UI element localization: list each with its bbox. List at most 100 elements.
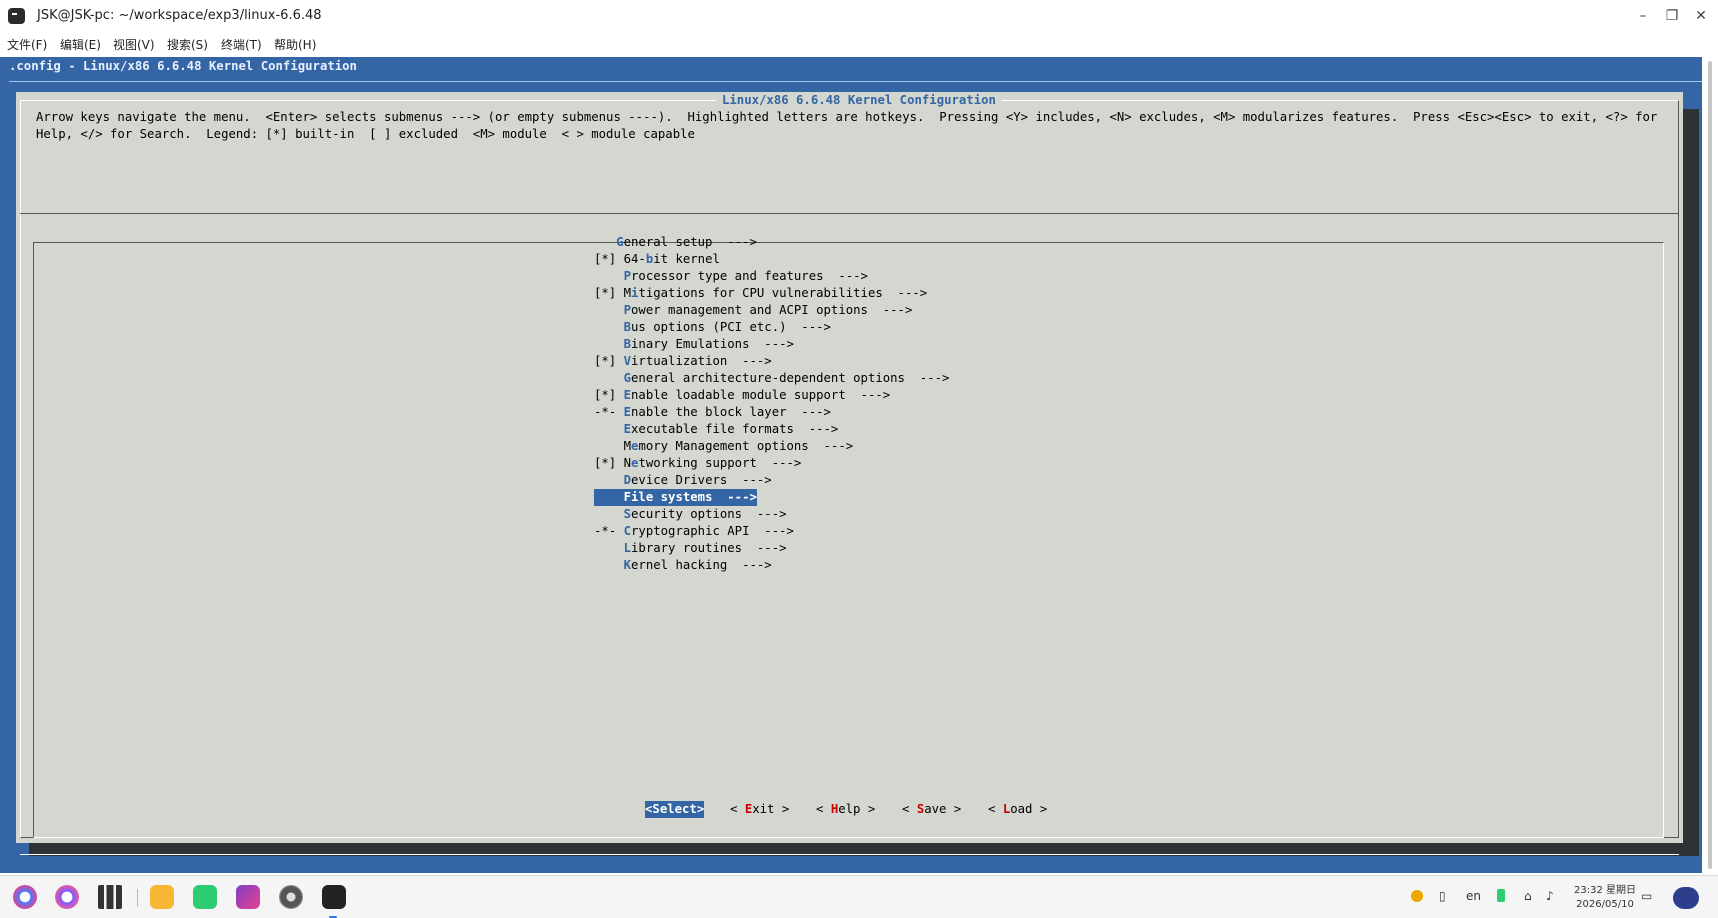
close-button[interactable]: ✕ (1690, 6, 1712, 26)
notification-center-icon[interactable]: ▭ (1641, 889, 1652, 903)
menu-entry[interactable]: [*] Networking support ---> (594, 455, 801, 472)
entry-label-end: nable loadable module support ---> (631, 388, 891, 402)
menu-help[interactable]: 帮助(H) (274, 36, 316, 53)
entry-label-end: tigations for CPU vulnerabilities ---> (638, 286, 928, 300)
clock-time: 23:32 星期日 (1574, 885, 1636, 896)
entry-state (594, 490, 624, 504)
menu-entry[interactable]: [*] Mitigations for CPU vulnerabilities … (594, 285, 927, 302)
clipboard-icon[interactable]: ▯ (1439, 889, 1446, 903)
menu-edit[interactable]: 编辑(E) (60, 36, 101, 53)
menu-entry[interactable]: Security options ---> (594, 506, 787, 523)
dialog-button[interactable]: < Help > (816, 801, 875, 818)
menu-entry[interactable]: General setup ---> (594, 234, 757, 251)
scrollbar-thumb[interactable] (1708, 61, 1712, 869)
entry-hotkey: K (623, 558, 632, 572)
minimize-button[interactable]: – (1632, 6, 1654, 26)
entry-state: [*] (594, 388, 624, 402)
clock[interactable]: 23:32 星期日 2026/05/10 (1574, 884, 1636, 912)
menu-entry[interactable]: -*- Enable the block layer ---> (594, 404, 831, 421)
entry-label-end: ower management and ACPI options ---> (631, 303, 913, 317)
menu-entry[interactable]: [*] 64-bit kernel (594, 251, 720, 268)
menu-terminal[interactable]: 终端(T) (221, 36, 262, 53)
chat-icon[interactable] (193, 885, 217, 909)
entry-state: -*- (594, 405, 624, 419)
menu-entry[interactable]: File systems ---> (594, 489, 757, 506)
button-close: > (774, 802, 790, 816)
menu-entry[interactable]: Executable file formats ---> (594, 421, 839, 438)
settings-icon[interactable] (279, 885, 303, 909)
launcher-icon[interactable] (13, 885, 37, 909)
help-text: Arrow keys navigate the menu. <Enter> se… (36, 110, 1665, 141)
button-open: < (988, 802, 1003, 816)
taskbar-separator (137, 889, 138, 907)
terminal-icon[interactable] (322, 885, 346, 909)
menu-entry[interactable]: Power management and ACPI options ---> (594, 302, 913, 319)
dialog-button[interactable]: < Exit > (730, 801, 789, 818)
entry-state: [*] (594, 354, 624, 368)
entry-label-end: eneral setup ---> (623, 235, 757, 249)
language-indicator[interactable]: en (1466, 889, 1481, 903)
button-open: < (816, 802, 831, 816)
menu-list-box (33, 242, 1664, 838)
menu-bar: 文件(F) 编辑(E) 视图(V) 搜索(S) 终端(T) 帮助(H) (0, 33, 1718, 57)
entry-hotkey: D (623, 473, 632, 487)
entry-label-end: ernel hacking ---> (631, 558, 772, 572)
entry-hotkey: L (623, 541, 632, 555)
menu-entry[interactable]: General architecture-dependent options -… (594, 370, 950, 387)
menu-view[interactable]: 视图(V) (113, 36, 155, 53)
menu-file[interactable]: 文件(F) (7, 36, 47, 53)
dialog-title: Linux/x86 6.6.48 Kernel Configuration (716, 93, 1002, 107)
terminal-view[interactable]: .config - Linux/x86 6.6.48 Kernel Config… (0, 57, 1702, 918)
dialog-button[interactable]: < Load > (988, 801, 1047, 818)
network-icon[interactable]: ⌂ (1524, 889, 1532, 903)
multitask-view-icon[interactable] (98, 885, 122, 909)
entry-state (594, 303, 624, 317)
dialog-button[interactable]: < Save > (902, 801, 961, 818)
dialog-button[interactable]: <Select> (645, 801, 705, 818)
entry-hotkey: P (623, 269, 632, 283)
button-hotkey: S (652, 802, 660, 816)
entry-label-start: N (623, 456, 632, 470)
menu-entry[interactable]: Device Drivers ---> (594, 472, 772, 489)
entry-state (594, 541, 624, 555)
entry-hotkey: F (623, 490, 632, 504)
button-close: > (1032, 802, 1048, 816)
entry-hotkey: E (623, 388, 632, 402)
entry-state: -*- (594, 524, 624, 538)
notification-dot-icon[interactable] (1411, 890, 1423, 902)
menu-entry[interactable]: Binary Emulations ---> (594, 336, 794, 353)
menu-entry[interactable]: -*- Cryptographic API ---> (594, 523, 794, 540)
assistant-icon[interactable] (1673, 887, 1699, 909)
battery-icon[interactable] (1497, 889, 1505, 902)
entry-state (594, 507, 624, 521)
menu-entry[interactable]: Bus options (PCI etc.) ---> (594, 319, 831, 336)
entry-label-end: inary Emulations ---> (631, 337, 794, 351)
menu-entry[interactable]: [*] Virtualization ---> (594, 353, 772, 370)
entry-hotkey: C (623, 524, 632, 538)
separator (20, 213, 1679, 214)
taskbar: ▯ en ⌂ ♪ 23:32 星期日 2026/05/10 ▭ (0, 875, 1718, 918)
file-manager-icon[interactable] (150, 885, 174, 909)
clock-date: 2026/05/10 (1576, 899, 1634, 910)
button-rest: xit (752, 802, 775, 816)
entry-hotkey: S (623, 507, 632, 521)
entry-state (594, 422, 624, 436)
entry-label-end: rocessor type and features ---> (631, 269, 868, 283)
menu-entry[interactable]: Kernel hacking ---> (594, 557, 772, 574)
menu-entry[interactable]: Library routines ---> (594, 540, 787, 557)
entry-hotkey: E (623, 422, 632, 436)
menu-search[interactable]: 搜索(S) (167, 36, 208, 53)
menu-entry[interactable]: Processor type and features ---> (594, 268, 868, 285)
volume-icon[interactable]: ♪ (1546, 889, 1554, 903)
camera-app-icon[interactable] (236, 885, 260, 909)
menu-entry[interactable]: [*] Enable loadable module support ---> (594, 387, 890, 404)
entry-label-start: M (623, 439, 632, 453)
entry-label-start: 64- (623, 252, 646, 266)
button-rest: oad (1010, 802, 1033, 816)
menuconfig-dialog: Linux/x86 6.6.48 Kernel Configuration Ar… (16, 92, 1683, 855)
menu-entry[interactable]: Memory Management options ---> (594, 438, 854, 455)
scrollbar[interactable] (1702, 57, 1718, 873)
search-icon[interactable] (55, 885, 79, 909)
maximize-button[interactable]: ❐ (1661, 6, 1683, 26)
entry-state (594, 473, 624, 487)
